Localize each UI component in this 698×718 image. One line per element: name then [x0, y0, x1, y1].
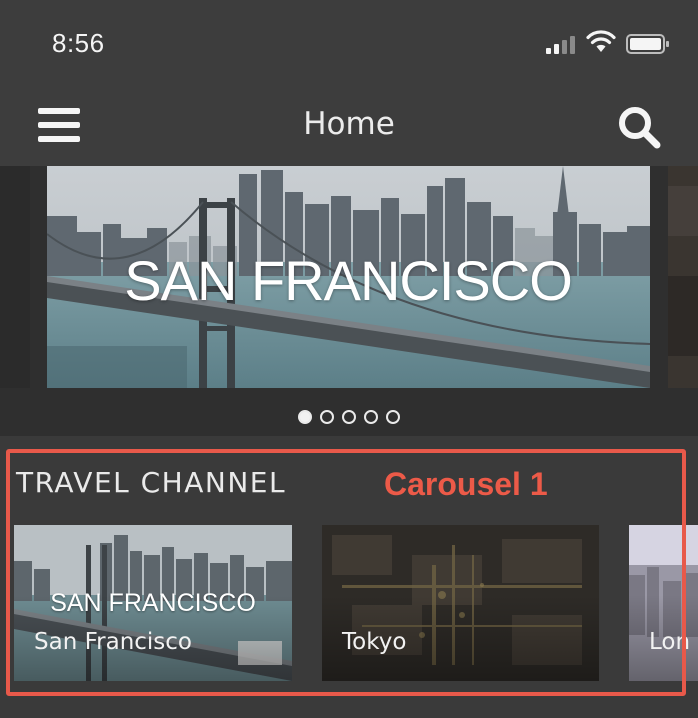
hero-prev-slide-peek[interactable] — [0, 166, 30, 388]
carousel-annotation-label: Carousel 1 — [384, 466, 548, 502]
next-section-strip — [0, 700, 698, 718]
page-dot[interactable] — [320, 410, 334, 424]
card-inner-title: SAN FRANCISCO — [50, 589, 256, 617]
status-bar: 8:56 — [0, 0, 698, 88]
status-time: 8:56 — [52, 28, 105, 58]
hero-city-bridge-image: SAN FRANCISCO — [47, 166, 650, 388]
hero-carousel[interactable]: SAN FRANCISCO — [0, 166, 698, 436]
battery-icon — [626, 34, 669, 54]
page-dot[interactable] — [342, 410, 356, 424]
section-title: TRAVEL CHANNEL — [16, 466, 287, 499]
carousel-card[interactable]: Lon — [629, 525, 698, 681]
card-label: Tokyo — [342, 629, 407, 655]
hero-slide[interactable]: SAN FRANCISCO — [47, 166, 650, 388]
search-icon[interactable] — [616, 104, 662, 150]
hero-page-indicator — [0, 410, 698, 426]
page-dot[interactable] — [364, 410, 378, 424]
cellular-signal-icon — [546, 34, 578, 54]
page-title: Home — [303, 106, 395, 142]
carousel-card[interactable]: Tokyo — [322, 525, 599, 681]
nav-bar: Home — [0, 88, 698, 166]
wifi-icon — [586, 30, 616, 52]
card-label: San Francisco — [34, 629, 193, 655]
card-label: Lon — [649, 629, 691, 655]
page-dot[interactable] — [386, 410, 400, 424]
page-dot[interactable] — [298, 410, 312, 424]
carousel-card[interactable]: SAN FRANCISCO San Francisco — [14, 525, 292, 681]
hero-caption: SAN FRANCISCO — [124, 249, 572, 312]
hero-next-slide-peek[interactable] — [668, 166, 698, 388]
